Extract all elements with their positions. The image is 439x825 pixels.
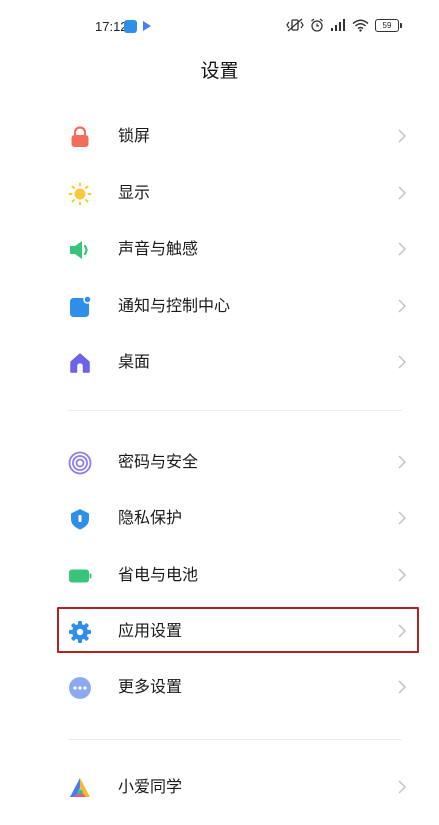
chevron-right-icon <box>398 511 407 525</box>
settings-item-label: 锁屏 <box>118 126 151 145</box>
status-icons: 59 <box>286 18 402 32</box>
speaker-icon <box>70 241 88 259</box>
chevron-right-icon <box>398 680 407 694</box>
chevron-right-icon <box>398 299 407 313</box>
play-notification-icon <box>143 21 151 31</box>
section-divider <box>68 739 402 740</box>
signal-icon <box>331 18 345 31</box>
settings-item-label: 更多设置 <box>118 677 183 696</box>
chevron-right-icon <box>398 780 407 794</box>
settings-item-label: 小爱同学 <box>118 777 183 796</box>
sun-icon <box>68 182 92 206</box>
page-title: 设置 <box>200 60 239 82</box>
chevron-right-icon <box>398 129 407 143</box>
battery-indicator: 59 <box>375 18 402 32</box>
chevron-right-icon <box>398 186 407 200</box>
alarm-icon <box>311 18 323 32</box>
chevron-right-icon <box>398 355 407 369</box>
settings-item-label: 省电与电池 <box>118 565 199 584</box>
settings-item-more-settings[interactable]: 更多设置 <box>0 659 439 715</box>
settings-item-desktop[interactable]: 桌面 <box>0 334 439 390</box>
chevron-right-icon <box>398 568 407 582</box>
settings-item-label: 密码与安全 <box>118 452 199 471</box>
fingerprint-icon <box>68 451 92 475</box>
settings-item-battery[interactable]: 省电与电池 <box>0 547 439 603</box>
settings-item-lock-screen[interactable]: 锁屏 <box>0 108 439 164</box>
home-icon <box>70 353 90 373</box>
notification-icon <box>70 295 92 317</box>
xiaoai-icon <box>70 778 90 797</box>
settings-item-label: 桌面 <box>118 352 151 371</box>
lock-icon <box>71 126 89 147</box>
settings-item-label: 通知与控制中心 <box>118 296 231 315</box>
settings-item-notifications[interactable]: 通知与控制中心 <box>0 278 439 334</box>
more-icon <box>69 677 91 699</box>
highlight-box <box>57 607 419 653</box>
settings-item-label: 显示 <box>118 183 151 202</box>
chevron-right-icon <box>398 455 407 469</box>
battery-icon <box>69 569 92 583</box>
status-time: 17:12 <box>95 19 128 34</box>
settings-item-password-security[interactable]: 密码与安全 <box>0 434 439 490</box>
settings-item-label: 隐私保护 <box>118 508 183 527</box>
settings-item-privacy[interactable]: 隐私保护 <box>0 490 439 546</box>
status-bar: 17:12 59 <box>0 0 439 58</box>
app-notification-icon <box>124 20 137 33</box>
settings-item-display[interactable]: 显示 <box>0 165 439 221</box>
settings-item-sound[interactable]: 声音与触感 <box>0 221 439 277</box>
settings-item-label: 声音与触感 <box>118 239 199 258</box>
vibrate-icon <box>286 18 304 32</box>
chevron-right-icon <box>398 242 407 256</box>
section-divider <box>68 410 402 411</box>
privacy-shield-icon <box>71 509 89 530</box>
wifi-icon <box>352 19 369 32</box>
settings-item-xiaoai[interactable]: 小爱同学 <box>0 759 439 815</box>
